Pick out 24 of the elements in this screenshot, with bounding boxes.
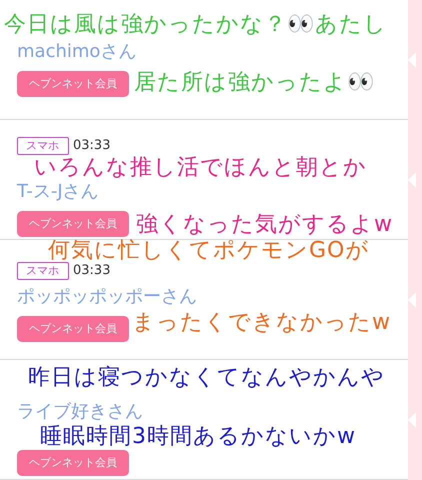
notch-icon [408,172,416,188]
overlay-caption: 居た所は強かったよ👀 [134,72,375,94]
notch-icon [408,412,416,428]
user-name[interactable]: ライブ好きさん [17,399,143,425]
overlay-caption: 何気に忙しくてポケモンGOが [48,240,370,262]
member-badge: ヘブンネット会員 [17,450,129,476]
overlay-caption: いろんな推し活でほんと朝とか [34,157,367,179]
overlay-caption: 今日は風は強かったかな？👀あたし [4,14,387,36]
member-badge: ヘブンネット会員 [17,71,129,97]
device-tag: スマホ [17,262,69,280]
post-time: 03:33 [73,137,110,156]
post-time: 03:33 [73,262,110,280]
overlay-caption: 昨日は寝つかなくてなんやかんや [28,367,385,389]
overlay-caption: 睡眠時間3時間あるかないかw [40,426,356,448]
device-tag: スマホ [17,137,69,155]
member-badge: ヘブンネット会員 [17,211,129,237]
member-badge: ヘブンネット会員 [17,316,129,342]
overlay-caption: まったくできなかったw [132,312,391,334]
notch-icon [408,52,416,68]
user-name[interactable]: machimoさん [17,39,136,65]
overlay-caption: 強くなった気がするよw [136,214,393,236]
notch-icon [408,292,416,308]
user-name[interactable]: T-ス-Jさん [17,179,99,205]
user-name[interactable]: ポッポッポッポーさん [17,284,197,310]
